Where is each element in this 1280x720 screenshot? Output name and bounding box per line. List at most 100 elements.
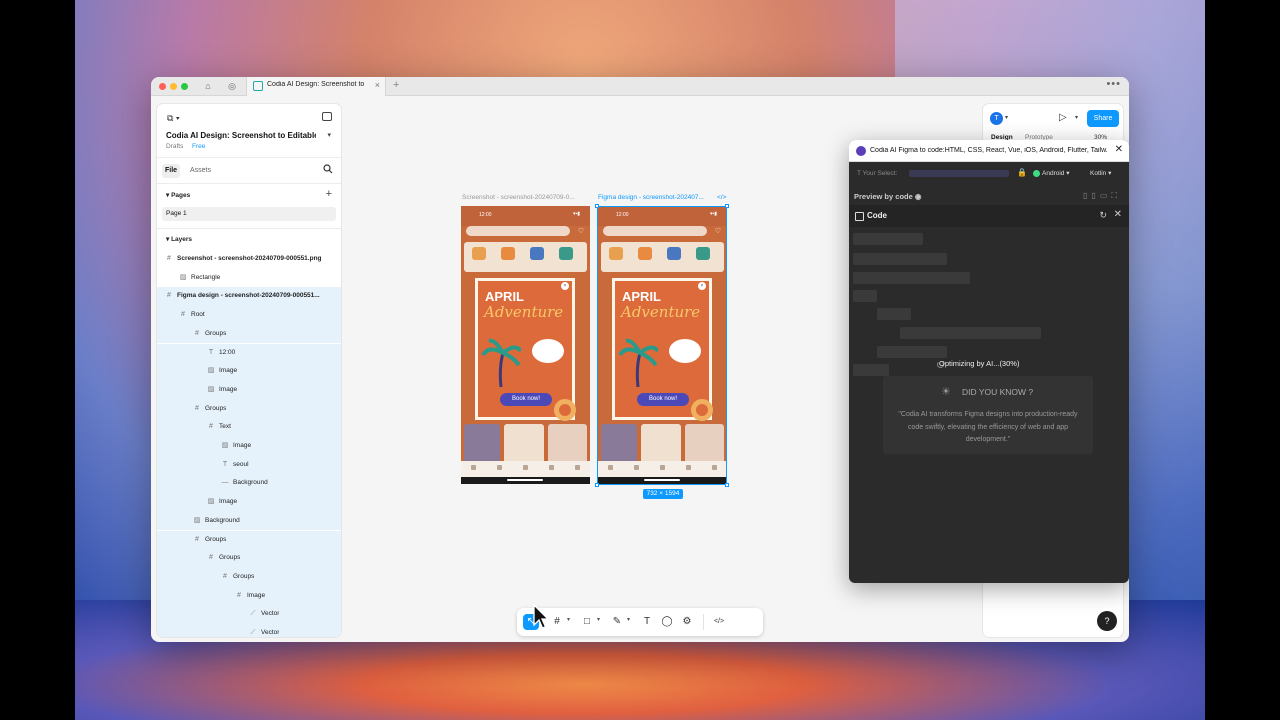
search-icon[interactable]	[323, 164, 333, 174]
chevron-down-icon[interactable]: ▾	[597, 616, 600, 623]
category-icon	[667, 247, 681, 260]
file-menu-chevron-icon[interactable]: ▾	[327, 131, 331, 139]
tab-bar-icon	[523, 465, 528, 470]
frame-icon: #	[181, 311, 185, 319]
preview-by-code-label[interactable]: Preview by code ◉	[854, 192, 921, 201]
help-button[interactable]: ?	[1097, 611, 1117, 631]
layer-name: Groups	[233, 572, 255, 580]
share-button[interactable]: Share	[1087, 110, 1119, 127]
promo-subtitle: Adventure	[621, 303, 701, 321]
status-time: 12:00	[479, 212, 492, 218]
pen-tool-button[interactable]: ✎	[609, 614, 625, 630]
plan-badge[interactable]: Free	[192, 143, 205, 150]
platform-select[interactable]: Android ▾	[1033, 169, 1069, 177]
divider	[157, 183, 341, 184]
promo-popup: APRIL Adventure Book now! ×	[475, 278, 576, 421]
layer-row[interactable]: # Groups	[157, 399, 341, 419]
progress-status: Optimizing by AI...(30%)	[939, 359, 1020, 368]
pages-heading[interactable]: ▾ Pages	[166, 191, 190, 199]
signal-battery-icon: ▾▪▮	[709, 211, 717, 217]
globe-icon[interactable]: ◎	[226, 80, 238, 92]
screenshot-frame[interactable]: 12:00 ▾▪▮ ♡ APRIL Adventure Book now! ×	[461, 206, 590, 484]
layer-row[interactable]: ▨ Background	[157, 511, 341, 531]
home-icon[interactable]: ⌂	[202, 80, 214, 92]
book-now-button[interactable]: Book now!	[637, 393, 689, 406]
book-now-button[interactable]: Book now!	[500, 393, 552, 406]
code-panel-title: Code	[867, 211, 887, 220]
language-select[interactable]: Kotlin ▾	[1090, 169, 1111, 177]
title-bar: ⌂ ◎ Codia AI Design: Screenshot to E × +…	[151, 77, 1129, 96]
chevron-down-icon[interactable]: ▾	[567, 616, 570, 623]
layer-row[interactable]: ▨ Image	[157, 493, 341, 512]
layer-row[interactable]: # Root	[157, 306, 341, 325]
layer-row[interactable]: # Image	[157, 586, 341, 606]
layer-row[interactable]: ▨ Image	[157, 437, 341, 456]
frame-label-screenshot[interactable]: Screenshot - screenshot-20240709-0...	[462, 194, 575, 201]
swim-ring-icon	[691, 399, 713, 421]
close-icon[interactable]: ✕	[1115, 144, 1123, 155]
layer-row[interactable]: # Screenshot - screenshot-20240709-000551…	[157, 250, 341, 269]
layer-row[interactable]: # Groups	[157, 530, 341, 550]
shape-tool-button[interactable]: □	[579, 614, 595, 630]
file-title[interactable]: Codia AI Design: Screenshot to Editable …	[166, 131, 316, 140]
avatar[interactable]: T	[990, 112, 1003, 125]
did-you-know-text: "Codia AI transforms Figma designs into …	[898, 411, 1078, 443]
comment-tool-button[interactable]: ◯	[659, 614, 675, 630]
browser-tab-active[interactable]: Codia AI Design: Screenshot to E ×	[246, 77, 386, 96]
layer-row[interactable]: # Groups	[157, 549, 341, 568]
layer-row[interactable]: T 12:00	[157, 343, 341, 363]
chevron-down-icon[interactable]: ▾	[627, 616, 630, 623]
present-play-icon[interactable]: ▷	[1059, 112, 1067, 123]
layer-row[interactable]: # Groups	[157, 567, 341, 587]
tab-bar-icon	[634, 465, 639, 470]
close-icon[interactable]: ×	[698, 282, 706, 290]
drafts-link[interactable]: Drafts	[166, 143, 183, 150]
actions-tool-button[interactable]: ⚙	[679, 614, 695, 630]
promo-title: APRIL	[485, 289, 524, 304]
divider	[157, 228, 341, 229]
layers-heading[interactable]: ▾ Layers	[166, 235, 192, 243]
toggle-sidebar-icon[interactable]	[322, 112, 332, 121]
layer-row[interactable]: ⟋ Vector	[157, 605, 341, 624]
content-card	[685, 424, 724, 464]
code-icon[interactable]: </>	[717, 194, 726, 201]
close-tab-icon[interactable]: ×	[375, 80, 380, 90]
text-tool-button[interactable]: T	[639, 614, 655, 630]
content-card	[464, 424, 500, 464]
minimize-window-button[interactable]	[170, 83, 177, 90]
new-tab-button[interactable]: +	[393, 79, 399, 91]
refresh-icon[interactable]: ↻	[1099, 210, 1107, 221]
frame-tool-button[interactable]: #	[549, 614, 565, 630]
layer-row[interactable]: # Text	[157, 418, 341, 437]
close-icon[interactable]: ✕	[1114, 209, 1122, 220]
zoom-window-button[interactable]	[181, 83, 188, 90]
layer-row[interactable]: ▨ Image	[157, 362, 341, 381]
layer-row[interactable]: ⟋ Vector	[157, 624, 341, 637]
page-item[interactable]: Page 1	[162, 207, 336, 221]
close-icon[interactable]: ×	[561, 282, 569, 290]
figma-design-frame[interactable]: 12:00 ▾▪▮ ♡ APRIL Adventure Book now! ×	[598, 206, 727, 484]
device-toggle-icons[interactable]: ▯▯▭⛶	[1083, 191, 1121, 201]
vector-icon: ⟋	[250, 610, 256, 618]
frame-icon: #	[167, 255, 171, 262]
layer-row[interactable]: — Background	[157, 474, 341, 494]
layer-row[interactable]: # Groups	[157, 324, 341, 344]
chevron-down-icon[interactable]: ▾	[1005, 114, 1008, 121]
layer-row[interactable]: ▨ Image	[157, 380, 341, 400]
dev-mode-tool-button[interactable]: </>	[711, 614, 727, 630]
line-icon: —	[221, 479, 229, 487]
frame-label-figma-design[interactable]: Figma design - screenshot-202407...	[598, 194, 704, 201]
layer-row[interactable]: Tseoul	[157, 455, 341, 475]
close-window-button[interactable]	[159, 83, 166, 90]
add-page-icon[interactable]: +	[326, 188, 332, 200]
tab-file[interactable]: File	[162, 164, 180, 178]
tab-assets[interactable]: Assets	[190, 167, 211, 174]
figma-menu-icon[interactable]: ⧉ ▾	[167, 113, 180, 124]
layer-row[interactable]: ▨ Rectangle	[157, 269, 341, 288]
tab-title: Codia AI Design: Screenshot to E	[267, 81, 365, 88]
layer-row[interactable]: # Figma design - screenshot-20240709-0005…	[157, 287, 341, 307]
layer-name: Figma design - screenshot-20240709-00055…	[177, 292, 320, 300]
more-menu-icon[interactable]: •••	[1106, 78, 1121, 90]
lock-icon[interactable]: 🔒	[1017, 168, 1027, 177]
chevron-down-icon[interactable]: ▾	[1075, 114, 1078, 121]
